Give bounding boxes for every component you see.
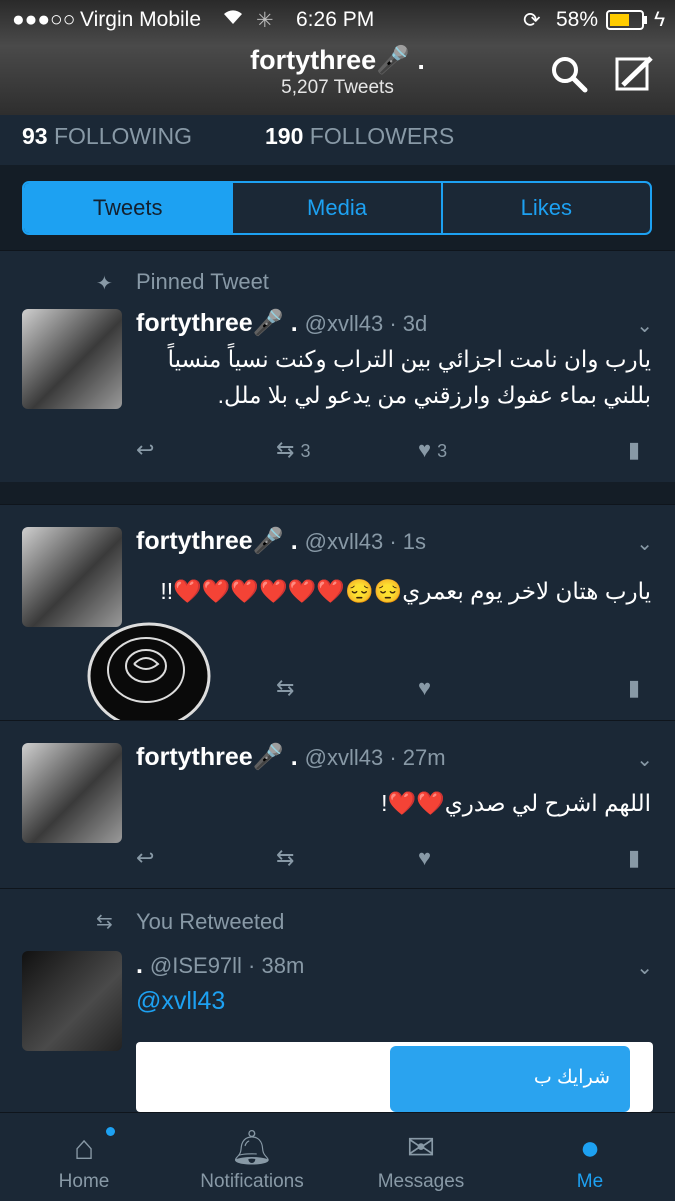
status-bar: ●●●○○ Virgin Mobile ✳ 6:26 PM ⟳ 58% ϟ	[0, 0, 675, 38]
heart-icon[interactable]: ♥	[418, 675, 431, 701]
analytics-icon[interactable]: ▮	[628, 845, 640, 871]
tab-media[interactable]: Media	[231, 183, 440, 233]
tweet-text: يارب هتان لاخر يوم بعمري😔😔❤️❤️❤️❤️❤️❤️!!	[160, 578, 651, 604]
tweet-pinned[interactable]: ✦ Pinned Tweet fortythree🎤 . @xvll43 · 3…	[0, 250, 675, 483]
image-message-bubble: شرايك ب	[390, 1046, 630, 1112]
tab-me[interactable]: ● Me	[506, 1113, 674, 1201]
avatar[interactable]	[22, 309, 122, 409]
like-button[interactable]: ♥ 3	[418, 437, 447, 463]
handle-time: @xvll43 · 3d	[304, 311, 428, 336]
carrier-name: Virgin Mobile	[80, 8, 202, 31]
bell-icon: 🔔︎	[230, 1129, 274, 1167]
avatar[interactable]	[22, 743, 122, 843]
heart-icon[interactable]: ♥	[418, 845, 431, 871]
analytics-icon[interactable]: ▮	[628, 675, 640, 701]
tab-label: Notifications	[200, 1171, 304, 1192]
reply-icon[interactable]: ↩	[136, 845, 154, 871]
tab-notifications[interactable]: 🔔︎ Notifications	[168, 1113, 336, 1201]
tab-label: Messages	[377, 1171, 465, 1192]
tab-label: Me	[576, 1171, 604, 1192]
person-icon: ●	[579, 1129, 601, 1167]
chevron-down-icon[interactable]: ⌄	[636, 531, 653, 556]
search-icon[interactable]	[550, 55, 588, 98]
chevron-down-icon[interactable]: ⌄	[636, 747, 653, 772]
chevron-down-icon[interactable]: ⌄	[636, 313, 653, 338]
display-name[interactable]: fortythree🎤 .	[136, 743, 298, 771]
display-name[interactable]: fortythree🎤 .	[136, 527, 298, 555]
tab-label: Home	[58, 1171, 110, 1192]
rotation-lock-icon: ⟳	[523, 9, 541, 32]
tweet-author-line: fortythree🎤 . @xvll43 · 3d	[136, 309, 427, 338]
tweet-text: يارب وان نامت اجزائي بين التراب وكنت نسي…	[167, 346, 651, 408]
profile-header: ●●●○○ Virgin Mobile ✳ 6:26 PM ⟳ 58% ϟ fo…	[0, 0, 675, 115]
charging-icon: ϟ	[654, 8, 666, 31]
battery-icon	[606, 10, 648, 36]
tweet-text: اللهم اشرح لي صدري❤️❤️!	[381, 790, 651, 816]
display-name[interactable]: fortythree🎤 .	[136, 309, 298, 337]
tweet-actions: ⇆ ♥ ▮	[136, 675, 656, 705]
handle-time: @xvll43 · 27m	[304, 745, 446, 770]
retweet-icon: ⇆	[276, 437, 295, 462]
avatar[interactable]	[22, 951, 122, 1051]
activity-icon: ✳	[256, 9, 274, 32]
tweet-item[interactable]: fortythree🎤 . @xvll43 · 27m ⌄ اللهم اشرح…	[0, 720, 675, 889]
tab-likes[interactable]: Likes	[440, 183, 650, 233]
tweet-author-line: . @ISE97ll · 38m	[136, 951, 304, 980]
profile-stats: 93 FOLLOWING 190 FOLLOWERS	[0, 115, 675, 165]
retweet-icon[interactable]: ⇆	[276, 845, 294, 871]
signal-strength: ●●●○○	[12, 8, 76, 31]
envelope-icon: ✉	[406, 1129, 436, 1167]
pin-icon: ✦	[96, 273, 113, 295]
analytics-icon[interactable]: ▮	[628, 437, 640, 463]
rose-sticker	[87, 622, 211, 730]
tweet-actions: ↩ ⇆ ♥ ▮	[136, 845, 656, 875]
tab-tweets[interactable]: Tweets	[24, 183, 232, 233]
tweet-author-line: fortythree🎤 . @xvll43 · 27m	[136, 743, 446, 772]
handle-time: @xvll43 · 1s	[304, 529, 427, 554]
tweet-author-line: fortythree🎤 . @xvll43 · 1s	[136, 527, 426, 556]
tweet-actions: ↩ ⇆ 3 ♥ 3 ▮	[136, 437, 656, 467]
battery-percent: 58%	[556, 8, 599, 31]
home-icon: ⌂	[73, 1129, 95, 1167]
compose-icon[interactable]	[615, 55, 655, 98]
wifi-icon	[222, 8, 244, 32]
reply-icon[interactable]: ↩	[136, 437, 154, 463]
display-name[interactable]: .	[136, 951, 143, 979]
avatar[interactable]	[22, 527, 122, 627]
mention-link[interactable]: @xvll43	[136, 987, 225, 1016]
clock: 6:26 PM	[296, 8, 375, 31]
new-content-dot	[106, 1127, 115, 1136]
profile-tabs: Tweets Media Likes	[22, 181, 652, 235]
section-divider	[0, 482, 675, 504]
tab-messages[interactable]: ✉ Messages	[337, 1113, 505, 1201]
like-count: 3	[437, 441, 448, 461]
pinned-label: Pinned Tweet	[136, 269, 269, 294]
chevron-down-icon[interactable]: ⌄	[636, 955, 653, 980]
heart-icon: ♥	[418, 437, 432, 462]
retweet-button[interactable]: ⇆ 3	[276, 437, 310, 463]
bottom-tab-bar: ⌂ Home 🔔︎ Notifications ✉ Messages ● Me	[0, 1112, 675, 1201]
retweet-count: 3	[300, 441, 311, 461]
tab-home[interactable]: ⌂ Home	[0, 1113, 168, 1201]
retweet-indicator-icon: ⇆	[96, 911, 113, 933]
retweeted-label: You Retweeted	[136, 909, 285, 934]
following-link[interactable]: 93 FOLLOWING	[22, 123, 192, 150]
followers-link[interactable]: 190 FOLLOWERS	[265, 123, 454, 150]
retweet-icon[interactable]: ⇆	[276, 675, 294, 701]
handle-time: @ISE97ll · 38m	[149, 953, 305, 978]
